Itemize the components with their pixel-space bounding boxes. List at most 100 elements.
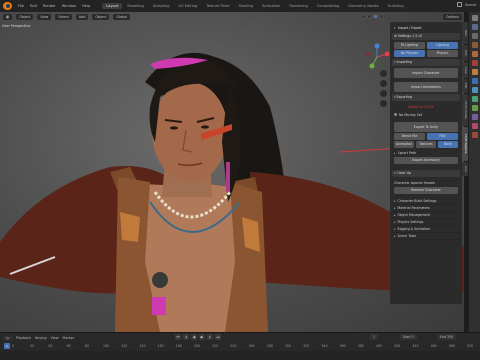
import-character-button[interactable]: Import Character xyxy=(394,68,458,78)
render-properties-icon[interactable] xyxy=(471,24,478,30)
physics-properties-icon[interactable] xyxy=(471,96,478,102)
z-axis-icon[interactable] xyxy=(374,43,380,49)
import-animations-button[interactable]: Import Animations xyxy=(394,82,458,92)
perspective-toggle-icon[interactable] xyxy=(380,100,387,107)
world-properties-icon[interactable] xyxy=(471,60,478,66)
material-properties-icon[interactable] xyxy=(471,123,478,129)
rl-lighting-button[interactable]: Rl-Lighting xyxy=(394,42,425,49)
data-properties-icon[interactable] xyxy=(471,114,478,120)
tab-cc-create[interactable]: CC/iC Create xyxy=(462,94,468,126)
options-button[interactable]: Options xyxy=(442,14,462,20)
workspace-tab-layout[interactable]: Layout xyxy=(102,3,123,9)
workspace-tab-compositing[interactable]: Compositing xyxy=(313,3,344,9)
export-to-cc3-label[interactable]: Export to CC3/4 xyxy=(408,105,433,109)
menu-select[interactable]: Select xyxy=(55,14,72,20)
no-physics-button[interactable]: No Physics xyxy=(394,50,425,57)
menu-file[interactable]: File xyxy=(18,4,24,8)
editor-type-button[interactable]: ▣ xyxy=(3,14,13,20)
workspace-tab-rendering[interactable]: Rendering xyxy=(285,3,311,9)
end-frame-field[interactable]: End 250 xyxy=(437,334,457,340)
blender-logo-icon[interactable] xyxy=(3,2,12,10)
mode-selector[interactable]: Object xyxy=(16,14,34,20)
export-to-unity-button[interactable]: Export To Unity xyxy=(394,122,458,132)
menu-object[interactable]: Object xyxy=(92,14,110,20)
exporting-section[interactable]: ▾ Exporting xyxy=(392,94,460,101)
modifier-properties-icon[interactable] xyxy=(471,78,478,84)
importing-section[interactable]: ▾ Importing xyxy=(392,59,460,66)
workspace-tab-texture-paint[interactable]: Texture Paint xyxy=(202,3,233,9)
scene-selector[interactable]: Scene xyxy=(457,2,476,7)
particles-properties-icon[interactable] xyxy=(471,87,478,93)
export-accessory-button[interactable]: Export Accessory xyxy=(394,157,458,164)
menu-keying[interactable]: Keying xyxy=(35,336,46,340)
fbx-button[interactable]: FBX xyxy=(427,133,458,140)
menu-help[interactable]: Help xyxy=(82,4,90,8)
section-object-management[interactable]: ▸ Object Management xyxy=(392,212,460,219)
object-properties-icon[interactable] xyxy=(471,69,478,75)
current-frame-field[interactable]: 1 xyxy=(370,334,379,340)
x-axis-icon[interactable] xyxy=(384,51,390,57)
camera-view-icon[interactable] xyxy=(380,90,387,97)
jump-end-icon[interactable]: ⏭ xyxy=(215,334,221,340)
physics-button[interactable]: Physics xyxy=(427,50,458,57)
output-properties-icon[interactable] xyxy=(471,33,478,39)
section-character-build-settings[interactable]: ▸ Character Build Settings xyxy=(392,198,460,205)
animation-button[interactable]: Animation xyxy=(394,141,414,148)
workspace-tab-sculpting[interactable]: Sculpting xyxy=(149,3,174,9)
rendered-shading-button[interactable] xyxy=(379,14,384,19)
orientation-selector[interactable]: Global xyxy=(113,14,131,20)
workspace-tab-shading[interactable]: Shading xyxy=(234,3,257,9)
section-material-parameters[interactable]: ▸ Material Parameters xyxy=(392,205,460,212)
jump-start-icon[interactable]: ⏮ xyxy=(175,334,181,340)
settings-row[interactable]: ⚙ Settings 1.3.10 xyxy=(392,33,460,40)
neg-y-axis-icon[interactable] xyxy=(381,62,385,66)
tab-view[interactable]: View xyxy=(462,62,468,78)
panel-header[interactable]: ▾ Import / Export xyxy=(392,24,460,31)
menu-marker[interactable]: Marker xyxy=(63,336,75,340)
play-icon[interactable]: ▶ xyxy=(199,334,205,340)
view-layer-properties-icon[interactable] xyxy=(471,42,478,48)
menu-playback[interactable]: Playback xyxy=(16,336,31,340)
menu-render[interactable]: Render xyxy=(43,4,56,8)
scene-properties-icon[interactable] xyxy=(471,51,478,57)
tool-properties-icon[interactable] xyxy=(471,15,478,21)
y-axis-icon[interactable] xyxy=(369,63,375,69)
pan-hand-icon[interactable] xyxy=(380,80,387,87)
timeline-track[interactable] xyxy=(0,351,480,360)
prev-keyframe-icon[interactable]: ◂ xyxy=(183,334,189,340)
section-rigging-animation[interactable]: ▸ Rigging & Animation xyxy=(392,226,460,233)
remove-character-button[interactable]: Remove Character xyxy=(394,187,458,194)
tab-cc-pipeline[interactable]: CC/iC Pipeline xyxy=(462,127,468,161)
neg-x-axis-icon[interactable] xyxy=(366,52,370,56)
export-path-row[interactable]: ▸ Export Path xyxy=(392,149,460,156)
tab-edit[interactable]: Edit xyxy=(462,79,468,93)
lighting-button[interactable]: Lighting xyxy=(427,42,458,49)
blend-file-button[interactable]: Blend File xyxy=(394,133,425,140)
menu-window[interactable]: Window xyxy=(62,4,76,8)
timeline-ruler[interactable]: 0 20 40 60 80 100 120 140 160 180 200 220 240 260 280 3… xyxy=(0,343,480,351)
navigation-gizmo[interactable] xyxy=(362,42,392,72)
material-shading-button[interactable] xyxy=(373,14,378,19)
workspace-tab-geometry-nodes[interactable]: Geometry Nodes xyxy=(344,3,382,9)
section-physics-settings[interactable]: ▸ Physics Settings xyxy=(392,219,460,226)
solid-shading-button[interactable] xyxy=(367,14,372,19)
menu-add[interactable]: Add xyxy=(75,14,89,20)
zoom-icon[interactable] xyxy=(380,70,387,77)
start-frame-field[interactable]: Start 1 xyxy=(400,334,417,340)
next-keyframe-icon[interactable]: ▸ xyxy=(207,334,213,340)
workspace-tab-animation[interactable]: Animation xyxy=(258,3,284,9)
workspace-tab-scripting[interactable]: Scripting xyxy=(384,3,408,9)
play-reverse-icon[interactable]: ◀ xyxy=(191,334,197,340)
section-scene-tools[interactable]: ▸ Scene Tools xyxy=(392,233,460,240)
playhead[interactable]: 1 xyxy=(4,343,10,349)
workspace-tab-uv-editing[interactable]: UV Editing xyxy=(175,3,202,9)
timeline-editor-type-button[interactable]: ◷ xyxy=(3,335,12,340)
bake-button[interactable]: Bake xyxy=(438,141,458,148)
tab-tool[interactable]: Tool xyxy=(462,45,468,61)
tab-link[interactable]: Link xyxy=(462,162,468,176)
textures-button[interactable]: Textures xyxy=(416,141,436,148)
workspace-tab-modeling[interactable]: Modeling xyxy=(123,3,147,9)
texture-properties-icon[interactable] xyxy=(471,132,478,138)
menu-edit[interactable]: Edit xyxy=(30,4,37,8)
menu-view[interactable]: View xyxy=(37,14,52,20)
